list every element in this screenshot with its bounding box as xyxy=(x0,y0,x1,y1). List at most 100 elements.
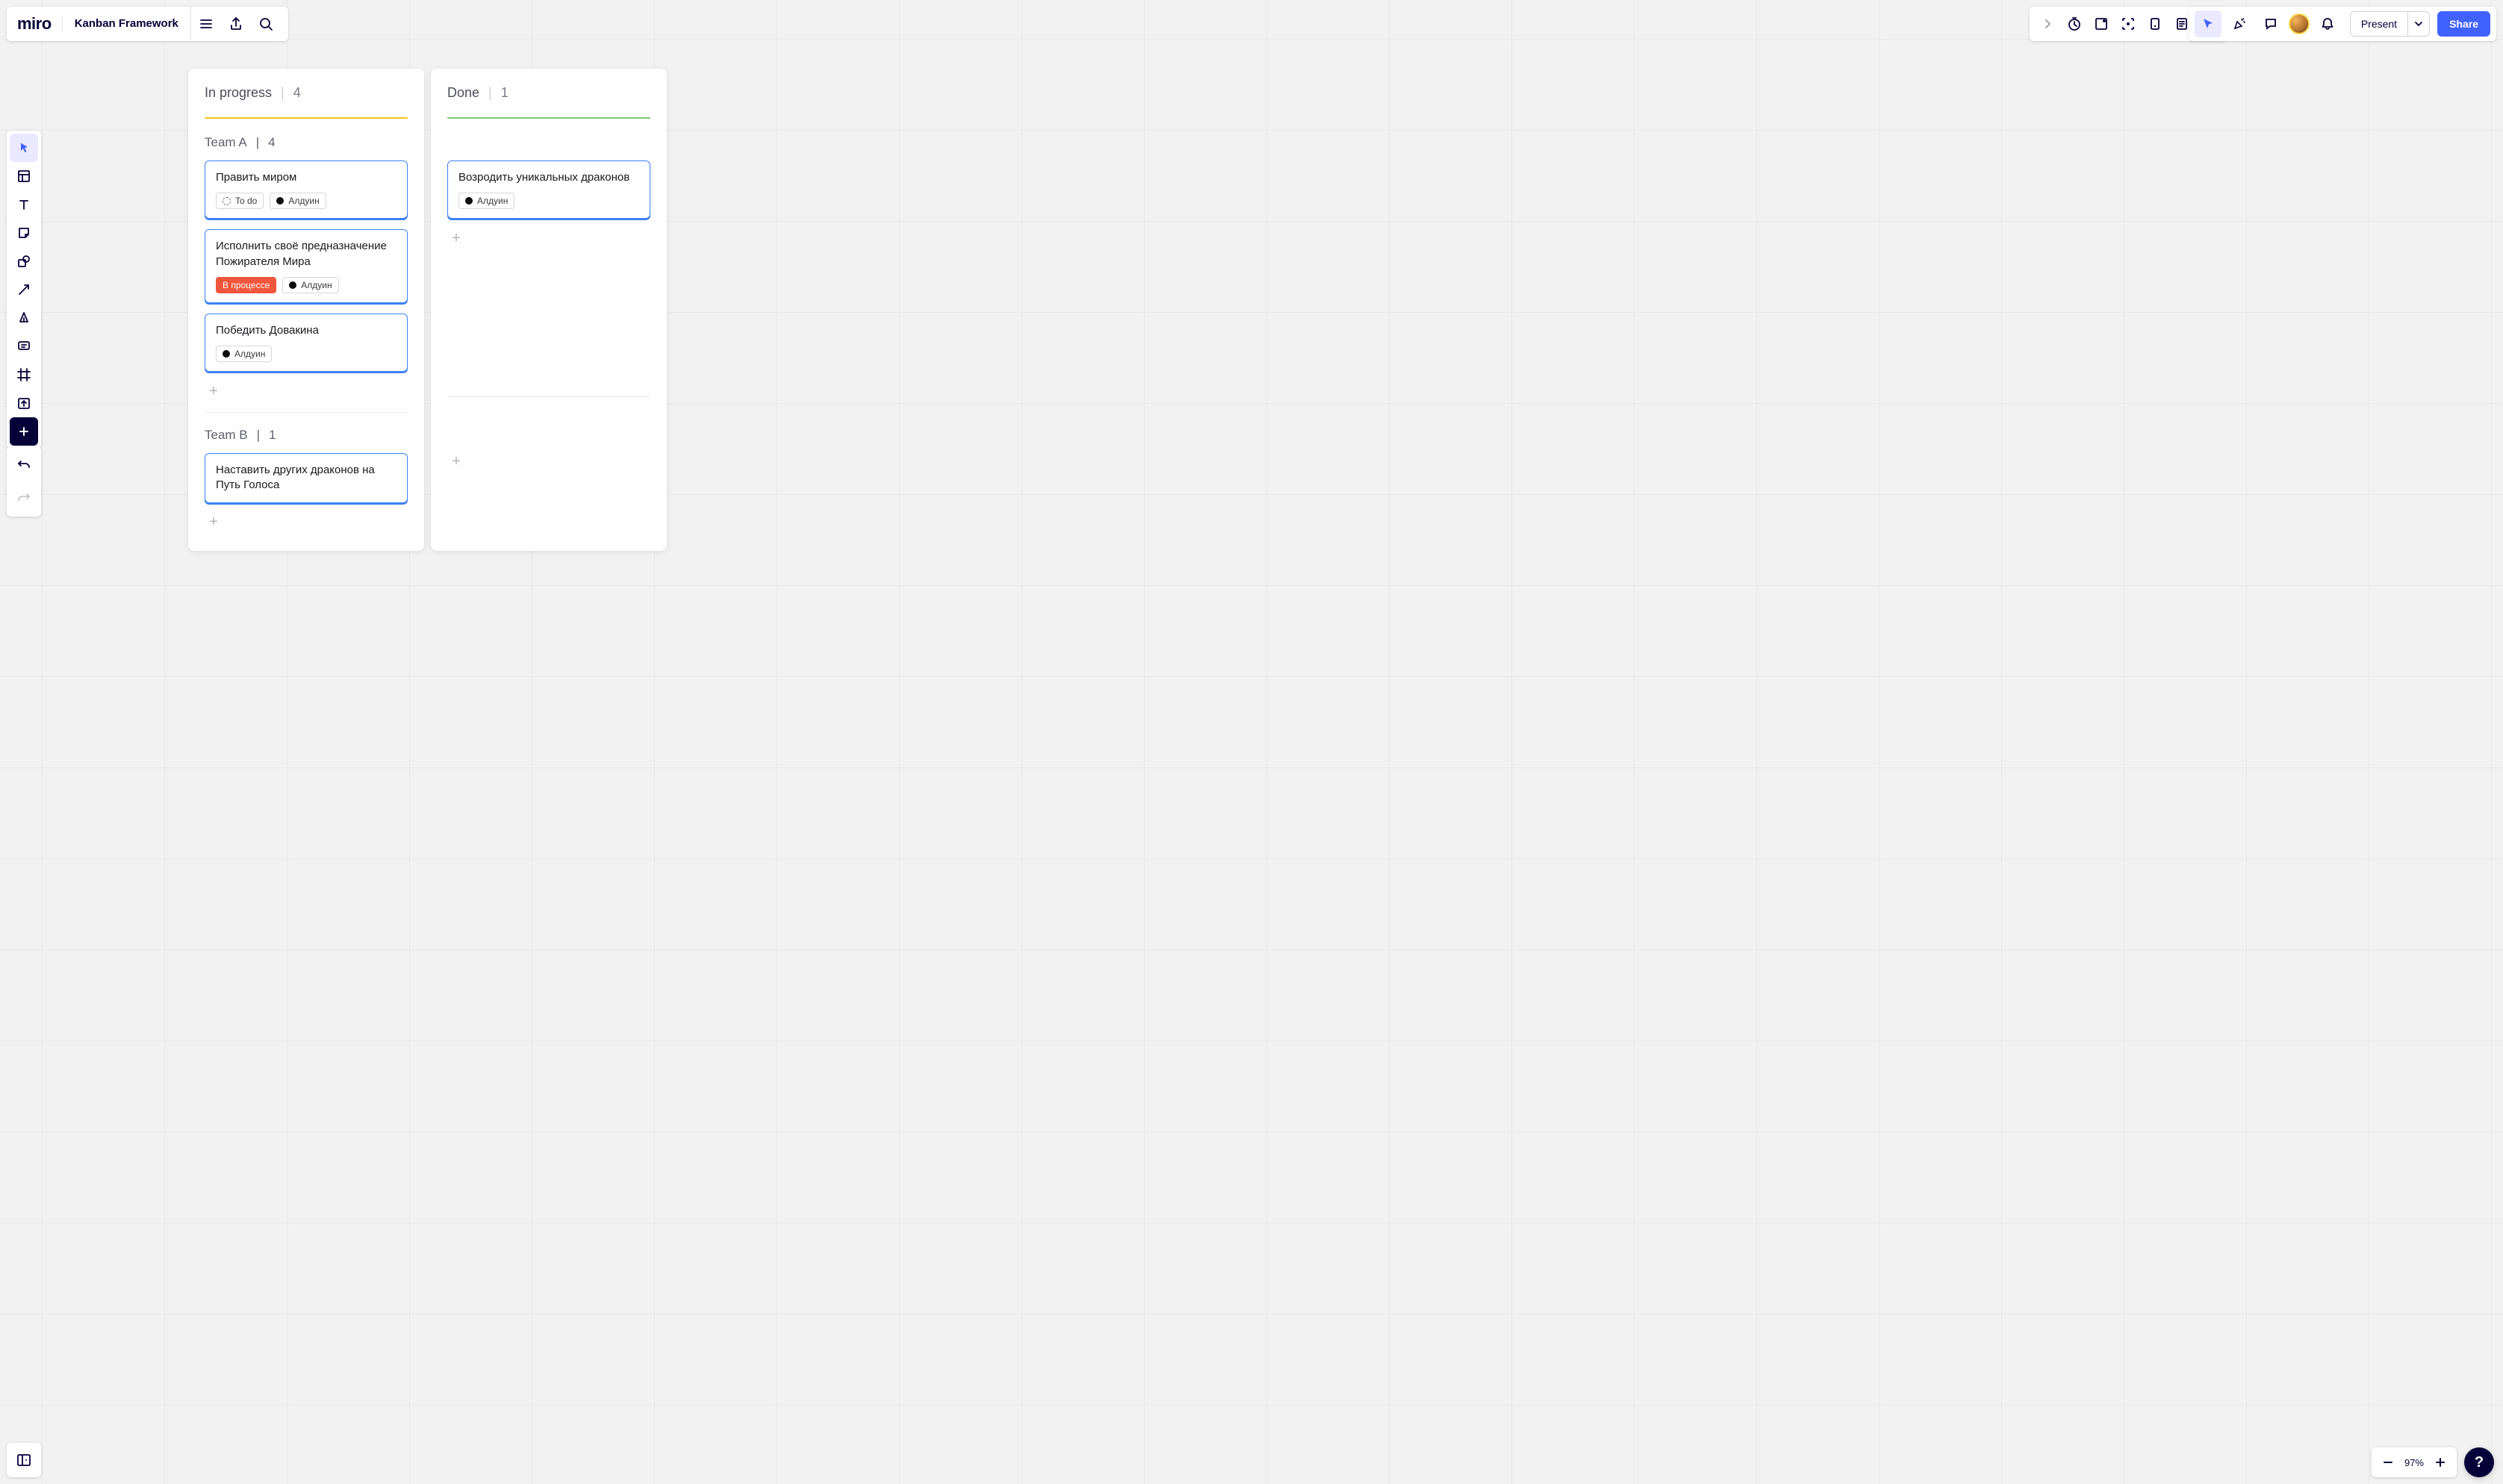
separator: | xyxy=(488,85,492,101)
comment-tool-icon xyxy=(16,339,31,354)
attention-button[interactable] xyxy=(2115,10,2142,37)
sticky-icon xyxy=(16,225,31,240)
present-button[interactable]: Present xyxy=(2351,12,2408,36)
redo-icon xyxy=(16,490,31,505)
minus-icon xyxy=(2382,1456,2394,1468)
team-header: Team B | 1 xyxy=(205,428,408,453)
add-card-button[interactable]: + xyxy=(447,452,465,470)
undo-button[interactable] xyxy=(10,451,38,479)
hide-cursors-button[interactable] xyxy=(2195,10,2221,37)
card-title: Исполнить своё предназначение Пожирателя… xyxy=(216,239,397,269)
connector-tool[interactable] xyxy=(10,275,38,304)
kanban-card[interactable]: Править миром To do Алдуин xyxy=(205,160,408,219)
reactions-button[interactable] xyxy=(2226,10,2253,37)
chevron-down-icon xyxy=(2413,19,2424,29)
bell-icon xyxy=(2320,16,2335,31)
zoom-percent[interactable]: 97% xyxy=(2401,1457,2427,1468)
tag-row: Алдуин xyxy=(216,346,397,362)
add-card-button[interactable]: + xyxy=(205,514,223,531)
present-dropdown-button[interactable] xyxy=(2408,12,2429,36)
team-block: + xyxy=(447,412,650,470)
user-dot-icon xyxy=(465,197,473,205)
zoom-in-button[interactable] xyxy=(2427,1449,2454,1476)
tag-label: В процессе xyxy=(223,280,270,290)
redo-button[interactable] xyxy=(10,484,38,512)
panel-icon xyxy=(16,1452,32,1468)
shape-icon xyxy=(16,254,31,269)
column-count: 1 xyxy=(501,85,509,101)
undo-icon xyxy=(16,458,31,473)
tag-label: Алдуин xyxy=(288,196,319,206)
card-title: Возродить уникальных драконов xyxy=(458,170,639,185)
export-button[interactable] xyxy=(221,9,251,39)
team-separator xyxy=(447,396,650,397)
tag-label: Алдуин xyxy=(301,280,332,290)
tag-label: Алдуин xyxy=(234,349,265,359)
add-card-button[interactable]: + xyxy=(205,382,223,400)
kanban-card[interactable]: Наставить других драконов на Путь Голоса xyxy=(205,453,408,503)
zoom-out-button[interactable] xyxy=(2375,1449,2401,1476)
status-tag-todo[interactable]: To do xyxy=(216,193,264,209)
select-tool[interactable] xyxy=(10,134,38,162)
user-tag[interactable]: Алдуин xyxy=(270,193,326,209)
board-menu-button[interactable] xyxy=(191,9,221,39)
zoom-bar: 97% xyxy=(2372,1447,2457,1477)
add-card-button[interactable]: + xyxy=(447,229,465,247)
comment-tool[interactable] xyxy=(10,332,38,361)
timer-button[interactable] xyxy=(2061,10,2088,37)
app-logo[interactable]: miro xyxy=(17,15,63,33)
frame-icon xyxy=(16,367,31,382)
voting-button[interactable] xyxy=(2088,10,2115,37)
user-avatar[interactable] xyxy=(2289,13,2310,34)
topbar-right: Present Share xyxy=(2189,7,2496,41)
kanban-card[interactable]: Победить Довакина Алдуин xyxy=(205,314,408,372)
export-icon xyxy=(228,16,243,31)
team-block: Team B | 1 Наставить других драконов на … xyxy=(205,428,408,531)
separator: | xyxy=(256,135,259,150)
comments-button[interactable] xyxy=(2257,10,2284,37)
talktrack-button[interactable] xyxy=(2142,10,2168,37)
confetti-icon xyxy=(2232,16,2247,31)
team-separator xyxy=(205,412,408,413)
todo-status-icon xyxy=(223,197,231,205)
team-count: 4 xyxy=(268,135,275,150)
kanban-card[interactable]: Исполнить своё предназначение Пожирателя… xyxy=(205,229,408,303)
collapse-center-button[interactable] xyxy=(2034,10,2061,37)
notifications-button[interactable] xyxy=(2314,10,2341,37)
column-count: 4 xyxy=(293,85,301,101)
kanban-column-done[interactable]: Done | 1 Возродить уникальных драконов А… xyxy=(431,69,667,551)
share-button[interactable]: Share xyxy=(2437,11,2490,37)
text-tool[interactable] xyxy=(10,190,38,219)
column-header: In progress | 4 xyxy=(205,85,408,117)
status-tag-inprogress[interactable]: В процессе xyxy=(216,277,276,293)
team-header: Team A | 4 xyxy=(205,135,408,160)
shape-tool[interactable] xyxy=(10,247,38,275)
tag-label: Алдуин xyxy=(477,196,508,206)
card-title: Победить Довакина xyxy=(216,323,397,338)
help-button[interactable]: ? xyxy=(2464,1447,2494,1477)
cursor-icon xyxy=(2201,16,2216,31)
upload-tool[interactable] xyxy=(10,389,38,417)
user-dot-icon xyxy=(276,197,284,205)
templates-tool[interactable] xyxy=(10,162,38,190)
column-rule xyxy=(205,117,408,119)
more-tools-button[interactable] xyxy=(10,417,38,446)
search-button[interactable] xyxy=(251,9,281,39)
sticky-tool[interactable] xyxy=(10,219,38,247)
pen-tool[interactable] xyxy=(10,304,38,332)
tag-row: To do Алдуин xyxy=(216,193,397,209)
kanban-column-in-progress[interactable]: In progress | 4 Team A | 4 Править миром… xyxy=(188,69,424,551)
kanban-card[interactable]: Возродить уникальных драконов Алдуин xyxy=(447,160,650,219)
attention-icon xyxy=(2121,16,2136,31)
user-tag[interactable]: Алдуин xyxy=(282,277,338,293)
user-tag[interactable]: Алдуин xyxy=(216,346,272,362)
user-tag[interactable]: Алдуин xyxy=(458,193,514,209)
panel-toggle-button[interactable] xyxy=(7,1443,41,1477)
board-title[interactable]: Kanban Framework xyxy=(63,7,191,41)
column-rule xyxy=(447,117,650,119)
frame-tool[interactable] xyxy=(10,361,38,389)
column-header: Done | 1 xyxy=(447,85,650,117)
column-name: Done xyxy=(447,85,479,101)
card-title: Править миром xyxy=(216,170,397,185)
team-name: Team B xyxy=(205,428,248,443)
